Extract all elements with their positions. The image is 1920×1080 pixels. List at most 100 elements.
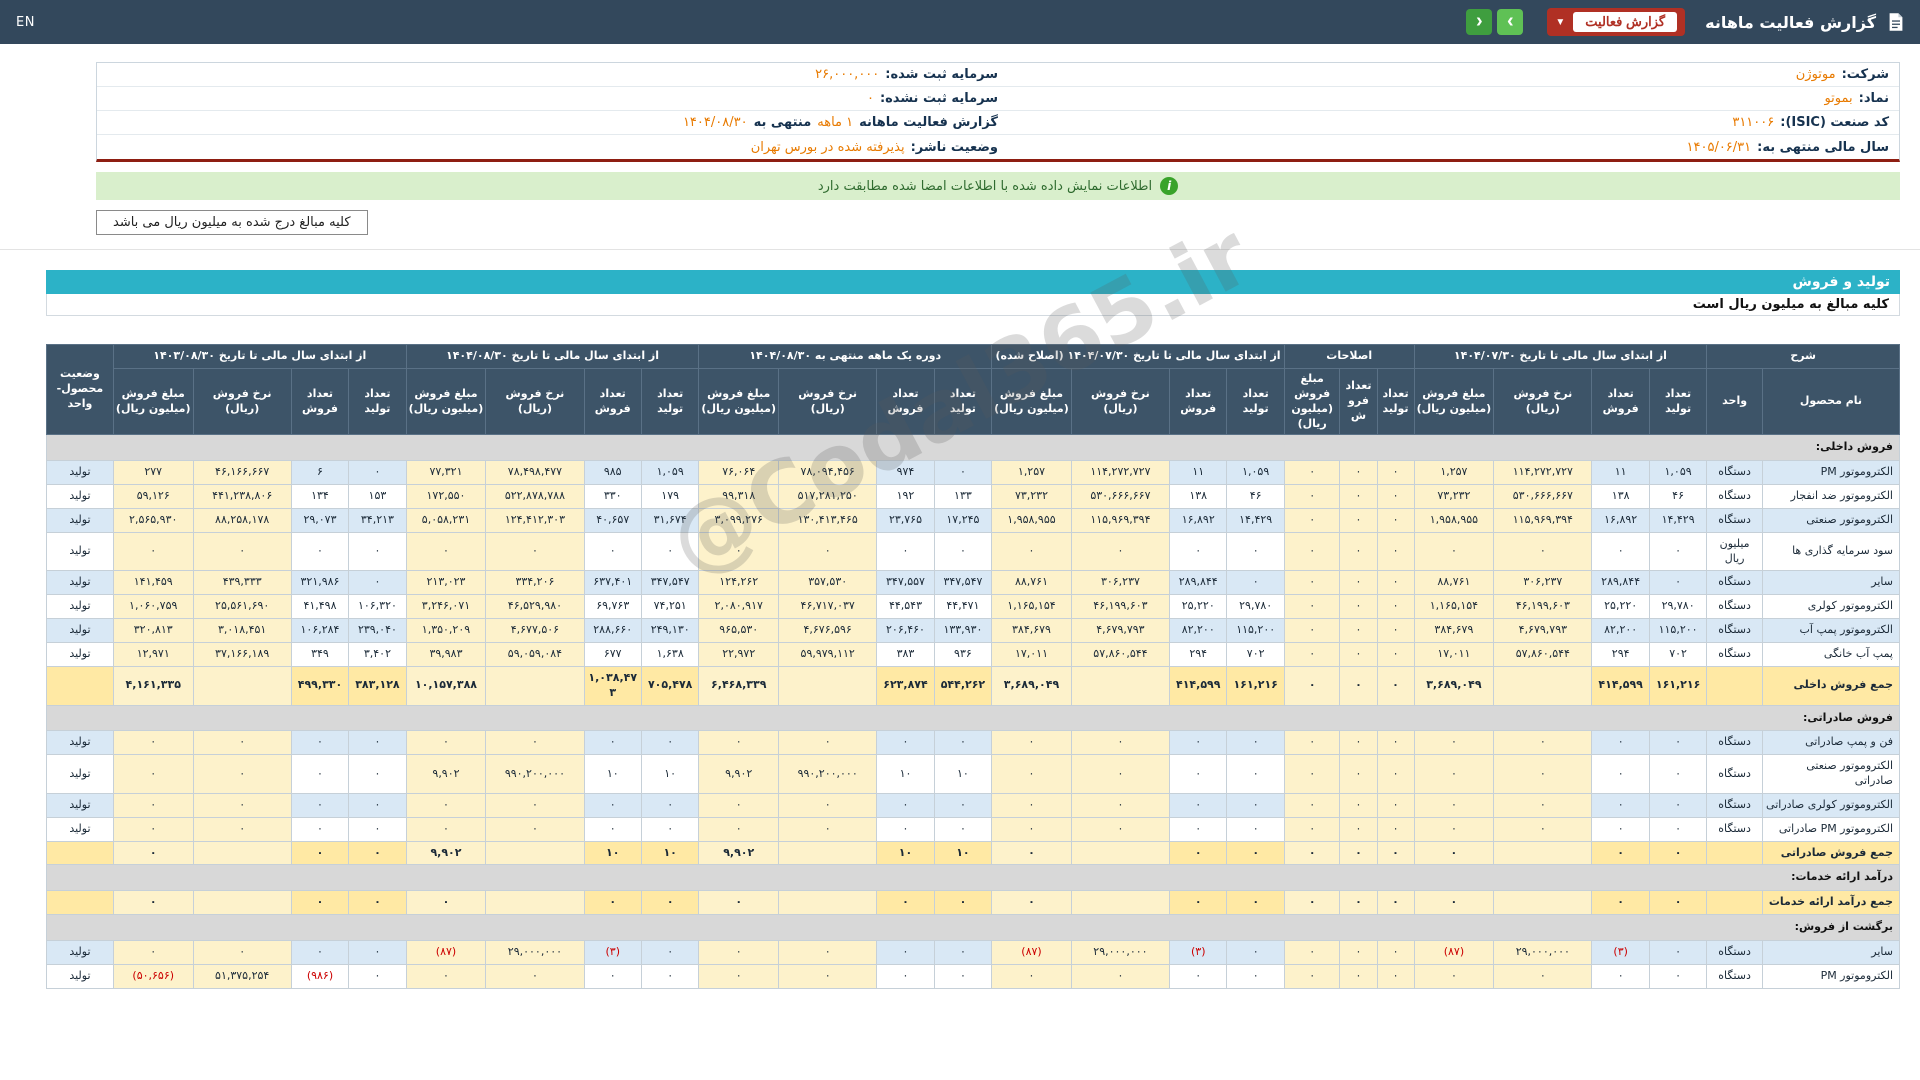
info-field-company: شرکت: موتوژن <box>998 67 1889 82</box>
table-cell: ۲۹,۷۸۰ <box>1648 594 1708 620</box>
table-cell: ۱۱۴,۲۷۲,۷۲۷ <box>1493 460 1593 486</box>
table-cell: ۰ <box>933 963 993 989</box>
table-cell: ۰ <box>1376 730 1415 756</box>
table-cell: ۰ <box>348 939 407 965</box>
unregistered-capital-value: ۰ <box>866 91 874 106</box>
product-status-cell: تولید <box>46 792 114 818</box>
section-label: برگشت از فروش: <box>46 914 1900 941</box>
table-cell: ۳۰۶,۲۳۷ <box>1493 570 1593 596</box>
table-cell: ۴۹۹,۳۳۰ <box>290 665 350 706</box>
column-group-header: شرح <box>1706 344 1900 369</box>
column-header: مبلغ فروش (میلیون ریال) <box>112 367 194 436</box>
company-label: شرکت: <box>1841 67 1889 82</box>
table-cell: ۳۹,۹۸۳ <box>405 641 487 667</box>
info-icon: i <box>1160 177 1179 195</box>
column-header: مبلغ فروش (میلیون ریال) <box>698 367 780 436</box>
table-cell: ۷۳,۲۳۲ <box>1413 484 1495 509</box>
table-head: شرح از ابتدای سال مالی تا تاریخ ۱۴۰۴/۰۷/۳… <box>46 343 1901 436</box>
table-cell: ۰ <box>583 531 642 572</box>
amount-note-wrap: کلیه مبالغ درج شده به میلیون ریال می باش… <box>96 210 1900 235</box>
table-cell: ۰ <box>1413 730 1495 756</box>
previous-report-button[interactable]: ‹ <box>1466 9 1493 35</box>
table-cell: ۰ <box>348 460 407 486</box>
product-name-cell: پمپ آب خانگی <box>1761 641 1901 667</box>
language-toggle-link[interactable]: EN <box>16 15 35 30</box>
table-cell: ۰ <box>1226 939 1285 965</box>
next-report-button[interactable]: › <box>1497 9 1524 35</box>
table-cell: ۰ <box>1283 792 1341 818</box>
table-cell: ۰ <box>876 730 935 756</box>
table-cell: ۱۰,۱۵۷,۳۸۸ <box>405 665 487 706</box>
table-cell: ۰ <box>876 531 935 572</box>
table-cell: دستگاه <box>1706 507 1763 533</box>
table-cell: ۰ <box>698 939 780 965</box>
section-label: فروش داخلی: <box>46 434 1900 462</box>
table-cell: ۱,۲۵۷ <box>991 460 1072 486</box>
table-cell: ۴۰,۶۵۷ <box>583 507 642 533</box>
table-cell: ۰ <box>1591 890 1650 916</box>
table-cell: ۰ <box>1169 890 1228 916</box>
table-cell: دستگاه <box>1706 484 1763 509</box>
column-header: نام محصول <box>1761 367 1901 436</box>
table-cell: ۲۹,۰۷۳ <box>290 507 350 533</box>
table-cell: ۰ <box>1591 531 1650 572</box>
table-cell: ۰ <box>290 531 350 572</box>
table-cell: ۷۰۲ <box>1226 641 1285 667</box>
registered-capital-value: ۲۶,۰۰۰,۰۰۰ <box>815 67 880 82</box>
table-cell: (۸۷) <box>991 939 1072 965</box>
table-cell: ۰ <box>1493 816 1593 842</box>
table-cell: دستگاه <box>1706 460 1763 486</box>
column-header: تعداد تولید <box>640 367 700 436</box>
table-cell: ۰ <box>1591 963 1650 989</box>
issuer-status-label: وضعیت ناشر: <box>910 139 998 155</box>
table-cell: ۹,۹۰۲ <box>698 754 780 794</box>
table-cell: ۴۶ <box>1648 484 1708 509</box>
table-cell: ۱,۰۵۹ <box>1226 460 1285 486</box>
table-cell: ۱,۰۶۰,۷۵۹ <box>112 594 194 620</box>
table-cell: ۴۱۴,۵۹۹ <box>1591 665 1650 706</box>
report-type-dropdown[interactable]: گزارش فعالیت ▼ <box>1547 8 1686 36</box>
table-cell: ۱,۶۳۸ <box>640 641 700 667</box>
table-cell <box>1070 665 1171 706</box>
table-cell: ۰ <box>583 816 642 842</box>
table-cell: ۳۴۷,۵۵۷ <box>876 570 935 596</box>
report-type-dropdown-label: گزارش فعالیت <box>1573 12 1678 32</box>
section-label: درآمد ارائه خدمات: <box>46 864 1900 892</box>
table-cell: ۰ <box>1070 531 1171 572</box>
table-cell: ۴۳۹,۳۳۳ <box>192 570 292 596</box>
production-sales-table-wrap: شرح از ابتدای سال مالی تا تاریخ ۱۴۰۴/۰۷/۳… <box>46 343 1901 989</box>
table-cell: ۰ <box>112 816 194 842</box>
table-cell: ۴,۶۷۶,۵۹۶ <box>778 618 878 643</box>
table-cell: ۳۵۷,۵۳۰ <box>778 570 878 596</box>
table-cell: ۲۹۴ <box>1169 641 1228 667</box>
section-row: درآمد ارائه خدمات: <box>46 864 1900 892</box>
table-cell: ۰ <box>1283 484 1341 509</box>
column-header: تعداد فروش <box>583 367 642 436</box>
table-cell: ۰ <box>640 816 700 842</box>
product-status-cell: تولید <box>46 531 114 572</box>
table-cell: ۱۴,۴۲۹ <box>1226 507 1285 533</box>
table-cell: ۷۶,۰۶۴ <box>698 460 780 486</box>
table-cell: ۳۰۶,۲۳۷ <box>1070 570 1171 596</box>
table-cell: ۰ <box>348 816 407 842</box>
table-cell: ۳۳۰ <box>583 484 642 509</box>
product-status-cell <box>46 890 114 916</box>
table-cell: ۰ <box>933 792 993 818</box>
table-cell: ۱,۱۶۵,۱۵۴ <box>991 594 1072 620</box>
table-cell: ۰ <box>1493 754 1593 794</box>
column-header: تعداد تولید <box>1376 367 1415 436</box>
column-group-row: شرح از ابتدای سال مالی تا تاریخ ۱۴۰۴/۰۷/۳… <box>46 343 1900 436</box>
table-cell: ۱,۰۵۹ <box>1648 460 1708 486</box>
table-cell: ۵۹,۱۲۶ <box>112 484 194 509</box>
table-cell: ۰ <box>933 939 993 965</box>
table-cell: ۰ <box>1339 484 1378 509</box>
table-cell: ۳۳۴,۲۰۶ <box>485 570 585 596</box>
product-status-cell: تولید <box>46 570 114 596</box>
column-header: مبلغ فروش (میلیون ریال) <box>1283 367 1341 436</box>
table-cell: ۰ <box>1648 792 1708 818</box>
table-cell: ۰ <box>290 816 350 842</box>
table-cell: ۶,۴۶۸,۳۳۹ <box>698 665 780 706</box>
table-cell: ۰ <box>1376 840 1415 866</box>
table-cell: ۱۶,۸۹۲ <box>1169 507 1228 533</box>
column-header: مبلغ فروش (میلیون ریال) <box>991 367 1072 436</box>
